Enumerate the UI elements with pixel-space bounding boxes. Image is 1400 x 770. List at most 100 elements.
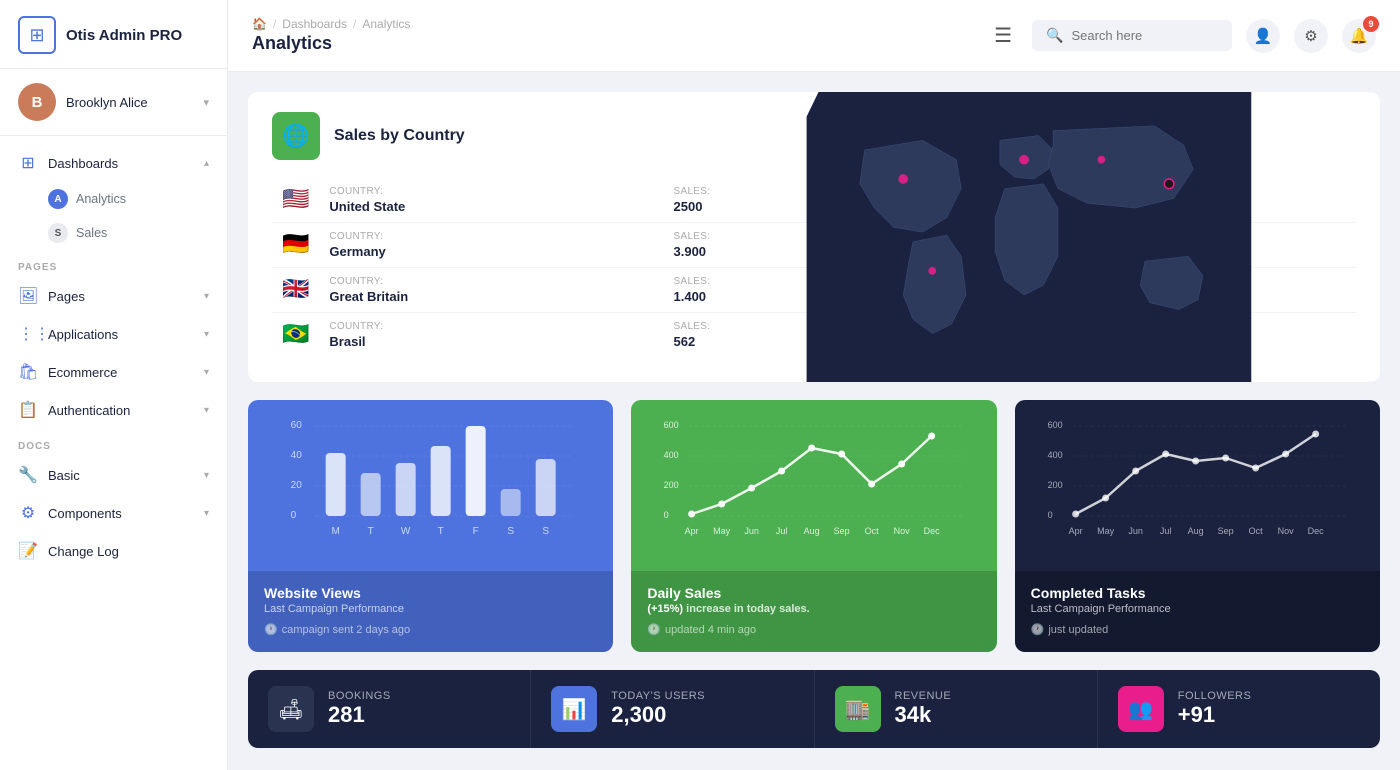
- svg-text:Sep: Sep: [834, 526, 850, 536]
- line-chart-dark-svg: 600 400 200 0: [1031, 416, 1364, 566]
- svg-text:60: 60: [291, 420, 303, 431]
- auth-label: Authentication: [48, 403, 130, 418]
- sidebar-item-sales[interactable]: S Sales: [0, 216, 227, 250]
- completed-tasks-chart: 600 400 200 0: [1015, 400, 1380, 571]
- svg-text:40: 40: [291, 450, 303, 461]
- sidebar-item-analytics[interactable]: A Analytics: [0, 182, 227, 216]
- notif-badge: 9: [1363, 16, 1379, 32]
- stat-label: Revenue: [895, 690, 952, 702]
- stat-item: 📊 Today's Users 2,300: [531, 670, 814, 748]
- svg-text:Jun: Jun: [745, 526, 760, 536]
- svg-text:T: T: [368, 526, 374, 537]
- sidebar-item-ecommerce[interactable]: 🛍 Ecommerce ▾: [0, 353, 227, 391]
- svg-text:W: W: [401, 526, 411, 537]
- svg-text:Nov: Nov: [1277, 526, 1294, 536]
- sidebar-item-pages[interactable]: 🖼 Pages ▾: [0, 277, 227, 315]
- dashboards-label: Dashboards: [48, 156, 118, 171]
- stat-item: 👥 Followers +91: [1098, 670, 1380, 748]
- svg-text:400: 400: [1047, 450, 1062, 460]
- clock-icon-2: 🕐: [647, 623, 661, 636]
- notifications-icon[interactable]: 🔔 9: [1342, 19, 1376, 53]
- dashboards-chevron-icon: ▴: [204, 158, 209, 169]
- topbar: 🏠 / Dashboards / Analytics Analytics ☰ 🔍…: [228, 0, 1400, 72]
- components-chevron-icon: ▾: [204, 508, 209, 519]
- settings-icon[interactable]: ⚙: [1294, 19, 1328, 53]
- search-box[interactable]: 🔍: [1032, 20, 1232, 51]
- website-views-time: 🕐 campaign sent 2 days ago: [264, 623, 597, 636]
- sales-country-card: 🌐 Sales by Country 🇺🇸 Country: United St…: [248, 92, 1380, 382]
- changelog-icon: 📝: [18, 541, 38, 561]
- daily-sales-pct: (+15%): [647, 603, 683, 615]
- website-views-info: Website Views Last Campaign Performance …: [248, 571, 613, 652]
- basic-label: Basic: [48, 468, 80, 483]
- ecommerce-label: Ecommerce: [48, 365, 117, 380]
- svg-text:Nov: Nov: [894, 526, 911, 536]
- svg-text:400: 400: [664, 450, 679, 460]
- svg-text:S: S: [542, 526, 549, 537]
- stat-label: Today's Users: [611, 690, 705, 702]
- stat-label: Followers: [1178, 690, 1252, 702]
- svg-text:Sep: Sep: [1217, 526, 1233, 536]
- applications-label: Applications: [48, 327, 118, 342]
- topbar-left: 🏠 / Dashboards / Analytics Analytics: [252, 17, 982, 54]
- website-views-card: 60 40 20 0: [248, 400, 613, 652]
- clock-icon-3: 🕐: [1031, 623, 1045, 636]
- completed-tasks-name: Completed Tasks: [1031, 585, 1364, 601]
- svg-text:May: May: [1097, 526, 1115, 536]
- home-icon: 🏠: [252, 17, 267, 31]
- applications-chevron-icon: ▾: [204, 329, 209, 340]
- logo-icon: ⊞: [18, 16, 56, 54]
- svg-text:Jul: Jul: [776, 526, 788, 536]
- main-area: 🏠 / Dashboards / Analytics Analytics ☰ 🔍…: [228, 0, 1400, 770]
- svg-text:600: 600: [664, 420, 679, 430]
- stat-item: 🛋 Bookings 281: [248, 670, 531, 748]
- auth-chevron-icon: ▾: [204, 405, 209, 416]
- svg-text:0: 0: [664, 510, 669, 520]
- svg-text:200: 200: [1047, 480, 1062, 490]
- sidebar: ⊞ Otis Admin PRO B Brooklyn Alice ▾ ⊞ Da…: [0, 0, 228, 770]
- hamburger-icon[interactable]: ☰: [994, 23, 1012, 48]
- grid-icon: ⊞: [18, 153, 38, 173]
- applications-icon: ⋮⋮: [18, 324, 38, 344]
- user-profile-icon[interactable]: 👤: [1246, 19, 1280, 53]
- pages-chevron-icon: ▾: [204, 291, 209, 302]
- svg-text:Dec: Dec: [924, 526, 941, 536]
- pages-label: Pages: [48, 289, 85, 304]
- bar-chart-svg: 60 40 20 0: [264, 416, 597, 566]
- website-views-sub: Last Campaign Performance: [264, 603, 597, 615]
- stats-row: 🛋 Bookings 281 📊 Today's Users 2,300 🏬 R…: [248, 670, 1380, 748]
- content-area: 🌐 Sales by Country 🇺🇸 Country: United St…: [228, 72, 1400, 770]
- sidebar-item-authentication[interactable]: 📋 Authentication ▾: [0, 391, 227, 429]
- svg-text:T: T: [438, 526, 444, 537]
- globe-icon: 🌐: [272, 112, 320, 160]
- line-chart-green-svg: 600 400 200 0: [647, 416, 980, 566]
- daily-sales-sub-rest: increase in today sales.: [686, 603, 810, 615]
- stat-icon: 👥: [1118, 686, 1164, 732]
- website-views-name: Website Views: [264, 585, 597, 601]
- sidebar-item-changelog[interactable]: 📝 Change Log: [0, 532, 227, 570]
- completed-tasks-time: 🕐 just updated: [1031, 623, 1364, 636]
- avatar: B: [18, 83, 56, 121]
- daily-sales-chart: 600 400 200 0: [631, 400, 996, 571]
- svg-text:M: M: [331, 526, 339, 537]
- stat-item: 🏬 Revenue 34k: [815, 670, 1098, 748]
- svg-text:F: F: [473, 526, 479, 537]
- sidebar-item-dashboards[interactable]: ⊞ Dashboards ▴: [0, 144, 227, 182]
- sidebar-item-basic[interactable]: 🔧 Basic ▾: [0, 456, 227, 494]
- sidebar-item-applications[interactable]: ⋮⋮ Applications ▾: [0, 315, 227, 353]
- clock-icon: 🕐: [264, 623, 278, 636]
- pages-icon: 🖼: [18, 286, 38, 306]
- sales-country-title: Sales by Country: [334, 127, 465, 145]
- stat-icon: 🛋: [268, 686, 314, 732]
- svg-text:May: May: [713, 526, 731, 536]
- user-name: Brooklyn Alice: [66, 95, 193, 110]
- ecommerce-icon: 🛍: [18, 362, 38, 382]
- stat-value: +91: [1178, 702, 1252, 728]
- stat-value: 281: [328, 702, 391, 728]
- daily-sales-info: Daily Sales (+15%) increase in today sal…: [631, 571, 996, 652]
- sidebar-item-components[interactable]: ⚙ Components ▾: [0, 494, 227, 532]
- completed-tasks-card: 600 400 200 0: [1015, 400, 1380, 652]
- search-input[interactable]: [1071, 28, 1218, 43]
- sales-label: Sales: [76, 226, 107, 240]
- sidebar-user[interactable]: B Brooklyn Alice ▾: [0, 69, 227, 136]
